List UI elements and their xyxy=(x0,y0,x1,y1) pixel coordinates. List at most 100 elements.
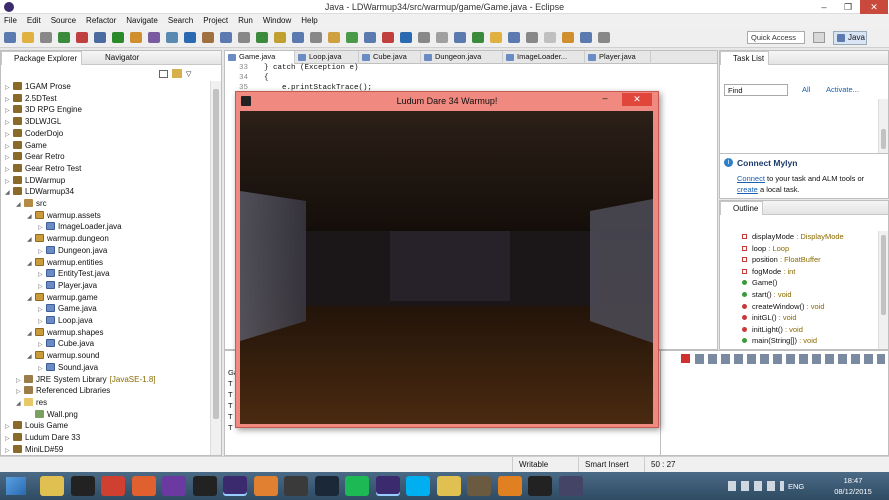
outline-item[interactable]: Game() xyxy=(742,277,777,288)
tab-outline[interactable]: Outline xyxy=(720,201,764,215)
tree-item[interactable]: ▷ CoderDojo xyxy=(5,128,63,140)
tree-item[interactable]: ▷ Loop.java xyxy=(5,315,93,327)
tree-item[interactable]: ▷ JRE System Library [JavaSE-1.8] xyxy=(5,374,156,386)
menu-item-run[interactable]: Run xyxy=(238,14,253,28)
skype-icon[interactable] xyxy=(406,476,430,496)
outline-item[interactable]: start() : void xyxy=(742,289,792,300)
tree-item[interactable]: ▷ Sound.java xyxy=(5,362,98,374)
toolbar-button-13[interactable] xyxy=(220,32,232,43)
toolbar-button-9[interactable] xyxy=(148,32,160,43)
link-with-editor-icon[interactable] xyxy=(172,69,182,78)
tree-item[interactable]: ▷ Game.java xyxy=(5,303,97,315)
tree-item[interactable]: ▷ 1GAM Prose xyxy=(5,81,71,93)
vlc-icon[interactable] xyxy=(497,476,522,496)
tree-item[interactable]: ◢ warmup.assets xyxy=(5,210,101,222)
outline-item[interactable]: initLight() : void xyxy=(742,324,803,335)
tree-item[interactable]: ◢ LDWarmup34 xyxy=(5,186,74,198)
tree-item[interactable]: ▷ Referenced Libraries xyxy=(5,385,110,397)
outline-item[interactable]: displayMode : DisplayMode xyxy=(742,231,844,242)
editor-tab-4[interactable]: Dungeon.java xyxy=(421,51,503,64)
tree-item[interactable]: ▷ Game xyxy=(5,140,47,152)
outline-item[interactable]: initGL() : void xyxy=(742,312,797,323)
all-filter-link[interactable]: All xyxy=(802,85,810,94)
toolbar-button-8[interactable] xyxy=(130,32,142,43)
tree-item[interactable]: ◢ warmup.shapes xyxy=(5,327,103,339)
outline-scroll-thumb[interactable] xyxy=(881,235,886,315)
toolbar-button-25[interactable] xyxy=(436,32,448,43)
java-perspective-button[interactable]: Java xyxy=(833,31,867,45)
toolbar-button-32[interactable] xyxy=(562,32,574,43)
toolbar-button-1[interactable] xyxy=(4,32,16,43)
editor-tab-5[interactable]: ImageLoader... xyxy=(503,51,585,64)
visual-studio-icon[interactable] xyxy=(162,476,186,496)
toolbar-button-6[interactable] xyxy=(94,32,106,43)
chrome-icon[interactable] xyxy=(101,476,125,496)
toolbar-button-23[interactable] xyxy=(400,32,412,43)
minimize-button[interactable]: – xyxy=(812,0,836,14)
tree-item[interactable]: ▷ LDWarmup xyxy=(5,175,65,187)
menu-item-project[interactable]: Project xyxy=(203,14,228,28)
toolbar-button-11[interactable] xyxy=(184,32,196,43)
toolbar-button-18[interactable] xyxy=(310,32,322,43)
tree-item[interactable]: ▷ MiniLD#59 xyxy=(5,444,63,456)
tree-item[interactable]: ◢ res xyxy=(5,397,47,409)
terminate-icon[interactable] xyxy=(681,354,690,363)
tree-item[interactable]: ▷ 2.5DTest xyxy=(5,93,57,105)
folder-icon[interactable] xyxy=(436,476,461,496)
eclipse-icon[interactable] xyxy=(223,476,247,496)
toolbar-button-17[interactable] xyxy=(292,32,304,43)
editor-tab-2[interactable]: Loop.java xyxy=(295,51,359,64)
task-scroll-thumb[interactable] xyxy=(881,129,886,149)
tab-navigator[interactable]: Navigator xyxy=(93,51,143,65)
menu-item-search[interactable]: Search xyxy=(168,14,193,28)
create-link[interactable]: create xyxy=(737,185,758,194)
toolbar-button-21[interactable] xyxy=(364,32,376,43)
tab-task-list[interactable]: Task List xyxy=(720,51,770,65)
outline-item[interactable]: createWindow() : void xyxy=(742,301,825,312)
toolbar-button-34[interactable] xyxy=(598,32,610,43)
tree-item[interactable]: ◢ warmup.entities xyxy=(5,257,103,269)
start-button[interactable] xyxy=(6,477,26,495)
toolbar-button-16[interactable] xyxy=(274,32,286,43)
toolbar-button-24[interactable] xyxy=(418,32,430,43)
menu-item-source[interactable]: Source xyxy=(51,14,76,28)
toolbar-button-27[interactable] xyxy=(472,32,484,43)
editor-tab-6[interactable]: Player.java xyxy=(585,51,651,64)
toolbar-button-19[interactable] xyxy=(328,32,340,43)
tree-item[interactable]: ▷ ImageLoader.java xyxy=(5,221,122,233)
tree-item[interactable]: ▷ Louis Game xyxy=(5,420,68,432)
explorer-scroll-thumb[interactable] xyxy=(213,89,219,419)
tree-item[interactable]: ◢ src xyxy=(5,198,47,210)
tree-item[interactable]: ▷ 3DLWJGL xyxy=(5,116,61,128)
tree-item[interactable]: ▷ Player.java xyxy=(5,280,97,292)
menu-item-file[interactable]: File xyxy=(4,14,17,28)
tab-package-explorer[interactable]: Package Explorer xyxy=(1,51,83,65)
connect-link[interactable]: Connect xyxy=(737,174,765,183)
activate-link[interactable]: Activate... xyxy=(826,85,859,94)
outline-scrollbar[interactable] xyxy=(878,231,888,349)
file-explorer-icon[interactable] xyxy=(40,476,64,496)
toolbar-button-4[interactable] xyxy=(58,32,70,43)
eclipse-2-icon[interactable] xyxy=(375,476,400,496)
toolbar-button-7[interactable] xyxy=(112,32,124,43)
tree-item[interactable]: ◢ warmup.sound xyxy=(5,350,99,362)
unity-icon[interactable] xyxy=(192,476,217,496)
clock-date[interactable]: 08/12/2015 xyxy=(828,487,878,496)
toolbar-button-30[interactable] xyxy=(526,32,538,43)
toolbar-button-22[interactable] xyxy=(382,32,394,43)
editor-tab-1[interactable]: Game.java xyxy=(225,51,295,64)
toolbar-button-29[interactable] xyxy=(508,32,520,43)
close-button[interactable]: ✕ xyxy=(860,0,888,14)
clock-time[interactable]: 18:47 xyxy=(828,476,878,485)
game-render-canvas[interactable] xyxy=(240,111,653,424)
tree-item[interactable]: ▷ Dungeon.java xyxy=(5,245,107,257)
game-window[interactable]: Ludum Dare 34 Warmup! – ✕ xyxy=(235,91,659,428)
open-perspective-icon[interactable] xyxy=(813,32,825,43)
media-icon[interactable] xyxy=(70,476,95,496)
collapsed-arrow-icon[interactable]: ▷ xyxy=(5,445,13,457)
menu-item-navigate[interactable]: Navigate xyxy=(126,14,158,28)
toolbar-button-5[interactable] xyxy=(76,32,88,43)
tree-item[interactable]: ▷ Gear Retro xyxy=(5,151,65,163)
outline-item[interactable]: position : FloatBuffer xyxy=(742,254,821,265)
app-icon[interactable] xyxy=(558,476,583,496)
